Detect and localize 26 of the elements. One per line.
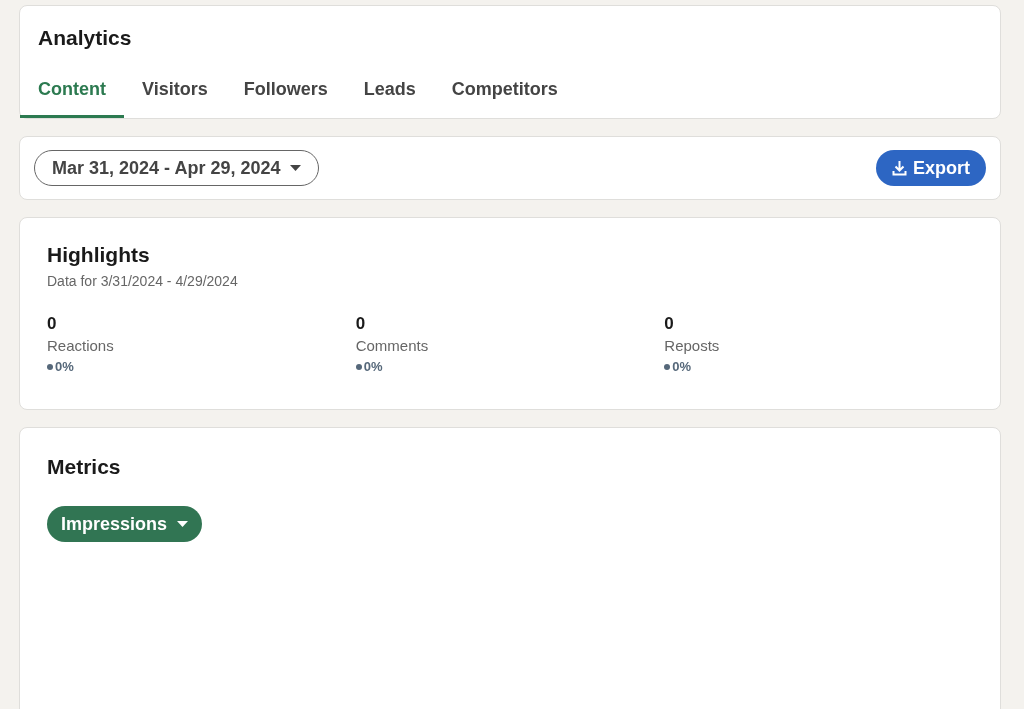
stat-label: Comments bbox=[355, 336, 430, 356]
stat-label: Reactions bbox=[47, 336, 115, 356]
download-icon bbox=[892, 160, 907, 176]
stat-change: 0% bbox=[363, 358, 383, 376]
stat-change: 0% bbox=[672, 358, 692, 376]
dot-icon bbox=[47, 363, 53, 370]
caret-icon bbox=[290, 165, 302, 171]
stat-value: 0 bbox=[664, 314, 675, 334]
export-button[interactable]: Export bbox=[876, 150, 986, 186]
stat-value: 0 bbox=[47, 314, 58, 334]
stat-label: Reposts bbox=[664, 336, 721, 356]
dot-icon bbox=[355, 363, 362, 370]
tab[interactable]: Visitors bbox=[124, 68, 226, 118]
tab[interactable]: Competitors bbox=[433, 68, 576, 118]
caret-icon bbox=[177, 521, 189, 527]
stat-change: 0% bbox=[55, 358, 74, 376]
metric-dropdown[interactable]: Impressions bbox=[47, 506, 203, 542]
highlights-date-range: Data for 3/31/2024 - 4/29/2024 bbox=[47, 272, 239, 291]
highlights-title: Highlights bbox=[47, 243, 151, 267]
tab[interactable]: Content bbox=[20, 68, 124, 118]
stat-value: 0 bbox=[355, 314, 367, 334]
metrics-title: Metrics bbox=[47, 455, 122, 479]
dot-icon bbox=[664, 363, 671, 370]
tab[interactable]: Followers bbox=[225, 68, 346, 118]
page-title: Analytics bbox=[37, 25, 133, 50]
tab[interactable]: Leads bbox=[345, 68, 434, 118]
